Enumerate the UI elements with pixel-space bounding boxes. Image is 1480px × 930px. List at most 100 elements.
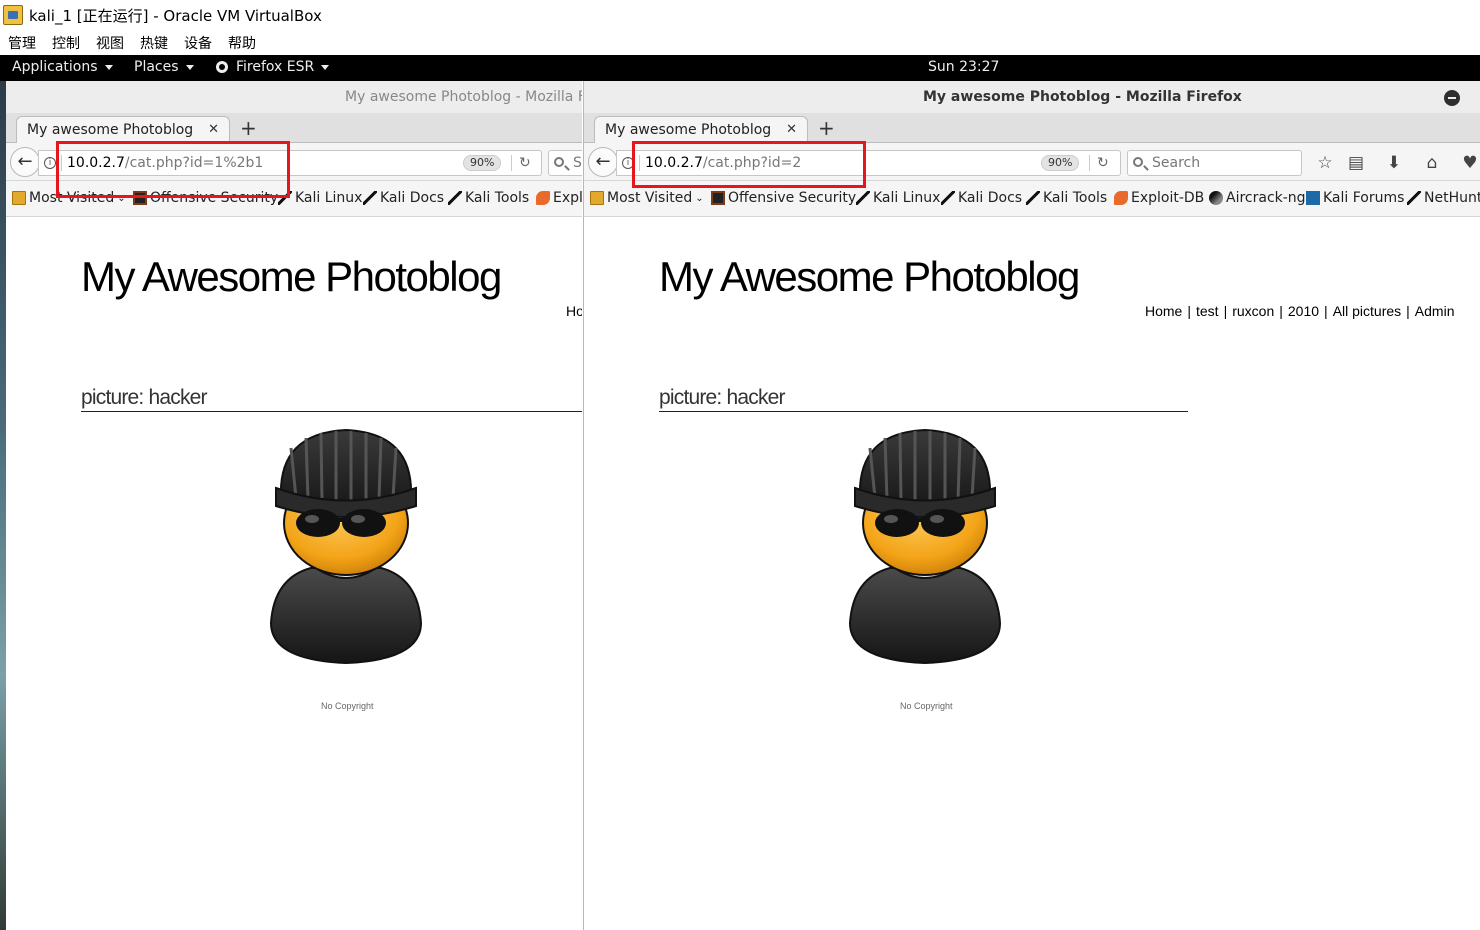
urlbar-separator [639, 155, 640, 171]
bookmark-offensive-security[interactable]: Offensive Security [711, 190, 856, 206]
bookmark-label: Offensive Security [150, 190, 279, 206]
bookmark-exploit-db[interactable]: Exploit-DB [1114, 190, 1204, 206]
back-arrow-icon[interactable]: ← [10, 147, 40, 177]
url-host: 10.0.2.7 [645, 155, 703, 171]
reload-icon[interactable]: ↻ [1097, 153, 1109, 173]
bookmark-kali-docs[interactable]: Kali Docs [941, 190, 1022, 206]
new-tab-icon[interactable]: + [818, 115, 835, 141]
bookmark-offensive-security[interactable]: Offensive Security [133, 190, 278, 206]
offsec-icon [133, 191, 147, 205]
tab-strip: My awesome Photoblog ✕ + [6, 113, 582, 144]
vbox-menu-manage[interactable]: 管理 [8, 33, 36, 53]
nav-test-link[interactable]: test [1196, 303, 1219, 319]
page-title: My Awesome Photoblog [81, 253, 502, 300]
kali-dragon-icon [856, 191, 870, 205]
nav-separator: | [1324, 303, 1328, 319]
bookmark-nethunter[interactable]: NetHunt [1407, 190, 1480, 206]
window-title: My awesome Photoblog - Mozilla Fi [345, 89, 582, 105]
window-titlebar[interactable]: My awesome Photoblog - Mozilla Firefox [584, 81, 1480, 113]
caret-down-icon [321, 64, 330, 70]
tab-photoblog[interactable]: My awesome Photoblog ✕ [594, 116, 808, 144]
download-arrow-icon[interactable]: ⬇ [1383, 152, 1405, 174]
info-icon[interactable]: i [622, 157, 634, 169]
site-nav: Ho [566, 303, 582, 319]
url-text[interactable]: 10.0.2.7/cat.php?id=1%2b1 [67, 151, 263, 175]
url-bar[interactable]: i 10.0.2.7/cat.php?id=1%2b1 90% ↻ [38, 150, 542, 176]
home-icon[interactable]: ⌂ [1421, 152, 1443, 174]
vbox-menu-devices[interactable]: 设备 [184, 33, 212, 53]
copyright-text: No Copyright [321, 701, 374, 711]
page-content: My Awesome Photoblog Ho picture: hacker … [6, 218, 582, 930]
kali-dragon-icon [1407, 191, 1421, 205]
vbox-menu-hotkeys[interactable]: 热键 [140, 33, 168, 53]
bookmark-kali-linux[interactable]: Kali Linux [856, 190, 940, 206]
search-placeholder: S [573, 155, 582, 171]
info-icon[interactable]: i [44, 157, 56, 169]
nav-all-pictures-link[interactable]: All pictures [1333, 303, 1401, 319]
nav-home-link[interactable]: Ho [566, 303, 582, 319]
bookmark-label: Kali Linux [295, 190, 363, 206]
bookmark-kali-forums[interactable]: Kali Forums [1306, 190, 1404, 206]
hacker-image [269, 428, 423, 665]
tab-strip: My awesome Photoblog ✕ + [584, 113, 1480, 144]
search-box[interactable]: Search [1127, 150, 1302, 176]
minimize-icon[interactable] [1444, 90, 1460, 106]
bookmark-most-visited[interactable]: Most Visited ⌄ [590, 190, 704, 206]
firefox-window-right: My awesome Photoblog - Mozilla Firefox M… [583, 81, 1480, 930]
nav-separator: | [1187, 303, 1191, 319]
nav-separator: | [1279, 303, 1283, 319]
close-tab-icon[interactable]: ✕ [208, 117, 219, 143]
panel-clock[interactable]: Sun 23:27 [928, 59, 999, 75]
tab-photoblog[interactable]: My awesome Photoblog ✕ [16, 116, 230, 144]
bookmark-label: Kali Forums [1323, 190, 1405, 206]
bookmark-kali-tools[interactable]: Kali Tools [1026, 190, 1107, 206]
pocket-icon[interactable]: ♥ [1459, 152, 1480, 174]
bookmark-kali-linux[interactable]: Kali Linux [278, 190, 362, 206]
firefox-window-left: My awesome Photoblog - Mozilla Fi My awe… [6, 81, 582, 930]
bookmark-star-icon[interactable]: ☆ [1314, 152, 1336, 174]
bookmark-aircrack-ng[interactable]: Aircrack-ng [1209, 190, 1306, 206]
offsec-icon [711, 191, 725, 205]
url-text[interactable]: 10.0.2.7/cat.php?id=2 [645, 151, 801, 175]
search-placeholder: Search [1152, 155, 1201, 171]
back-arrow-icon[interactable]: ← [588, 147, 618, 177]
kali-forums-icon [1306, 191, 1320, 205]
copyright-text: No Copyright [900, 701, 953, 711]
bookmark-exploit-db[interactable]: Expl [536, 190, 582, 206]
search-icon [554, 157, 564, 167]
nav-separator: | [1223, 303, 1228, 319]
tab-label: My awesome Photoblog [605, 122, 772, 138]
bookmark-label: Kali Linux [873, 190, 941, 206]
folder-icon [590, 191, 604, 205]
tab-label: My awesome Photoblog [27, 122, 194, 138]
vbox-menu-view[interactable]: 视图 [96, 33, 124, 53]
nav-ruxcon-link[interactable]: ruxcon [1232, 303, 1274, 319]
vbox-menu-help[interactable]: 帮助 [228, 33, 256, 53]
bookmark-kali-docs[interactable]: Kali Docs [363, 190, 444, 206]
zoom-indicator[interactable]: 90% [1041, 155, 1080, 171]
bookmark-label: Offensive Security [728, 190, 857, 206]
window-titlebar[interactable]: My awesome Photoblog - Mozilla Fi [6, 81, 582, 113]
nav-2010-link[interactable]: 2010 [1288, 303, 1319, 319]
close-tab-icon[interactable]: ✕ [786, 117, 797, 143]
firefox-app-menu[interactable]: Firefox ESR [216, 59, 330, 75]
places-menu[interactable]: Places [134, 59, 194, 75]
nav-admin-link[interactable]: Admin [1415, 303, 1455, 319]
new-tab-icon[interactable]: + [240, 115, 257, 141]
zoom-indicator[interactable]: 90% [463, 155, 502, 171]
bookmark-kali-tools[interactable]: Kali Tools [448, 190, 529, 206]
bookmark-most-visited[interactable]: Most Visited ⌄ [12, 190, 126, 206]
bookmarks-toolbar: Most Visited ⌄ Offensive Security Kali Li… [6, 181, 582, 217]
navigation-toolbar: ← i 10.0.2.7/cat.php?id=2 90% ↻ Search ☆… [584, 143, 1480, 181]
applications-menu[interactable]: Applications [12, 59, 113, 75]
search-box[interactable]: S [548, 150, 582, 176]
folder-icon [12, 191, 26, 205]
vbox-menu-control[interactable]: 控制 [52, 33, 80, 53]
hacker-image [848, 428, 1002, 665]
search-icon [1133, 157, 1143, 167]
nav-home-link[interactable]: Home [1145, 303, 1182, 319]
reading-list-icon[interactable]: ▤ [1345, 152, 1367, 174]
vbox-window-title: kali_1 [正在运行] - Oracle VM VirtualBox [29, 6, 322, 25]
reload-icon[interactable]: ↻ [519, 153, 531, 173]
url-bar[interactable]: i 10.0.2.7/cat.php?id=2 90% ↻ [616, 150, 1121, 176]
